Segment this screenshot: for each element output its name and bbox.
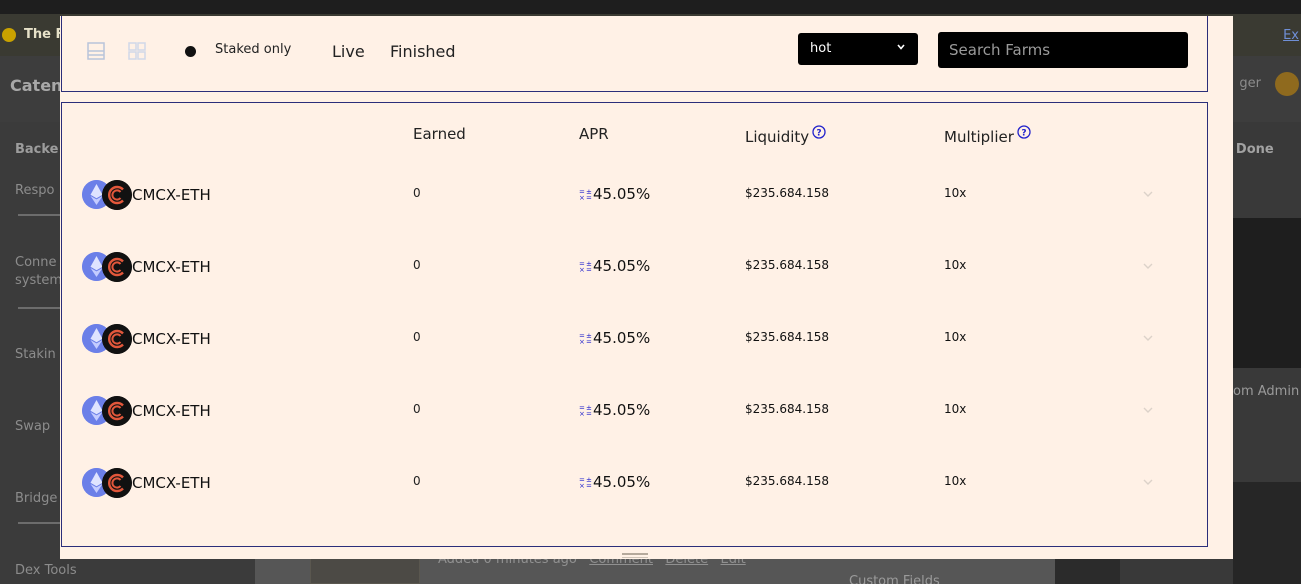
earned-value: 0	[413, 474, 421, 488]
apr-value: = ± × = 45.05%	[579, 329, 651, 347]
pair-name: CMCX-ETH	[132, 330, 211, 348]
cmcx-icon	[102, 180, 132, 210]
bg-right-image	[1233, 218, 1301, 368]
bg-banner-link: Ex	[1283, 28, 1299, 43]
pair-name: CMCX-ETH	[132, 474, 211, 492]
svg-text:?: ?	[1021, 128, 1026, 138]
svg-text:=: =	[586, 482, 592, 488]
cmcx-icon	[102, 324, 132, 354]
apr-value: = ± × = 45.05%	[579, 473, 651, 491]
bg-nav-title: Caten	[10, 76, 63, 95]
earned-value: 0	[413, 258, 421, 272]
calculator-icon[interactable]: = ±× =	[579, 404, 593, 416]
bg-custom-fields: Custom Fields	[849, 574, 940, 584]
bg-right-image	[1233, 482, 1301, 584]
chevron-down-icon	[897, 44, 905, 50]
search-farms-input[interactable]	[938, 32, 1188, 68]
calculator-icon[interactable]: = ±× =	[579, 188, 593, 200]
pair-icons	[82, 468, 134, 498]
chevron-down-icon[interactable]	[1142, 260, 1154, 272]
svg-text:×: ×	[579, 410, 585, 416]
multiplier-value: 10x	[944, 186, 967, 200]
cmcx-icon	[102, 468, 132, 498]
farm-row[interactable]: CMCX-ETH 0 = ± × = 45.05% $235.684.158 10x	[62, 382, 1207, 454]
chevron-down-icon[interactable]	[1142, 332, 1154, 344]
bg-banner-text: The F	[24, 27, 65, 42]
earned-value: 0	[413, 330, 421, 344]
liquidity-value: $235.684.158	[745, 402, 829, 416]
grid-view-icon[interactable]	[128, 42, 146, 60]
multiplier-value: 10x	[944, 330, 967, 344]
tab-live[interactable]: Live	[330, 42, 367, 61]
cmcx-icon	[102, 396, 132, 426]
apr-value: = ± × = 45.05%	[579, 257, 651, 275]
staked-only-label: Staked only	[215, 42, 292, 57]
liquidity-value: $235.684.158	[745, 474, 829, 488]
header-liquidity: Liquidity?	[745, 125, 826, 146]
bg-right-text: om Admin	[1233, 384, 1300, 399]
bg-top-bar	[0, 0, 1301, 14]
earned-value: 0	[413, 186, 421, 200]
calculator-icon[interactable]: = ±× =	[579, 260, 593, 272]
tab-finished[interactable]: Finished	[388, 42, 458, 61]
header-multiplier: Multiplier?	[944, 125, 1031, 146]
svg-text:=: =	[586, 338, 592, 344]
bg-left-heading: Backe	[15, 142, 59, 157]
svg-text:=: =	[586, 266, 592, 272]
apr-value: = ± × = 45.05%	[579, 401, 651, 419]
bg-nav-right: ger	[1239, 76, 1261, 91]
calculator-icon[interactable]: = ±× =	[579, 476, 593, 488]
pair-icons	[82, 324, 134, 354]
calculator-icon[interactable]: = ±× =	[579, 332, 593, 344]
resize-handle[interactable]	[622, 553, 648, 555]
bg-avatar	[1275, 72, 1299, 96]
pair-name: CMCX-ETH	[132, 402, 211, 420]
svg-text:=: =	[586, 410, 592, 416]
chevron-down-icon[interactable]	[1142, 188, 1154, 200]
pair-icons	[82, 396, 134, 426]
staked-only-toggle[interactable]	[185, 46, 196, 57]
liquidity-value: $235.684.158	[745, 330, 829, 344]
multiplier-value: 10x	[944, 258, 967, 272]
farm-row[interactable]: CMCX-ETH 0 = ± × = 45.05% $235.684.158 10x	[62, 454, 1207, 526]
chevron-down-icon[interactable]	[1142, 404, 1154, 416]
earned-value: 0	[413, 402, 421, 416]
modal-border	[61, 546, 1208, 547]
bg-banner-icon	[2, 28, 16, 42]
pair-name: CMCX-ETH	[132, 186, 211, 204]
pair-name: CMCX-ETH	[132, 258, 211, 276]
svg-text:×: ×	[579, 266, 585, 272]
bg-left-item: Conne system	[15, 255, 62, 288]
header-apr: APR	[579, 125, 609, 143]
help-icon[interactable]: ?	[812, 125, 826, 139]
svg-text:=: =	[586, 194, 592, 200]
list-view-icon[interactable]	[87, 42, 105, 60]
svg-text:×: ×	[579, 482, 585, 488]
farms-modal: Staked only Live Finished hot Earned APR…	[60, 16, 1233, 559]
cmcx-icon	[102, 252, 132, 282]
apr-value: = ± × = 45.05%	[579, 185, 651, 203]
pair-icons	[82, 180, 134, 210]
svg-text:×: ×	[579, 338, 585, 344]
sort-select[interactable]: hot	[798, 33, 918, 65]
pair-icons	[82, 252, 134, 282]
table-divider	[61, 102, 1208, 103]
multiplier-value: 10x	[944, 474, 967, 488]
header-earned: Earned	[413, 125, 466, 143]
farm-row[interactable]: CMCX-ETH 0 = ± × = 45.05% $235.684.158 10x	[62, 166, 1207, 238]
liquidity-value: $235.684.158	[745, 186, 829, 200]
liquidity-value: $235.684.158	[745, 258, 829, 272]
multiplier-value: 10x	[944, 402, 967, 416]
chevron-down-icon[interactable]	[1142, 476, 1154, 488]
svg-text:×: ×	[579, 194, 585, 200]
svg-text:?: ?	[817, 128, 822, 138]
farm-row[interactable]: CMCX-ETH 0 = ± × = 45.05% $235.684.158 10x	[62, 310, 1207, 382]
farm-row[interactable]: CMCX-ETH 0 = ± × = 45.05% $235.684.158 10x	[62, 238, 1207, 310]
bg-left-item: Dex Tools	[15, 563, 77, 578]
help-icon[interactable]: ?	[1017, 125, 1031, 139]
sort-select-value: hot	[810, 41, 832, 56]
